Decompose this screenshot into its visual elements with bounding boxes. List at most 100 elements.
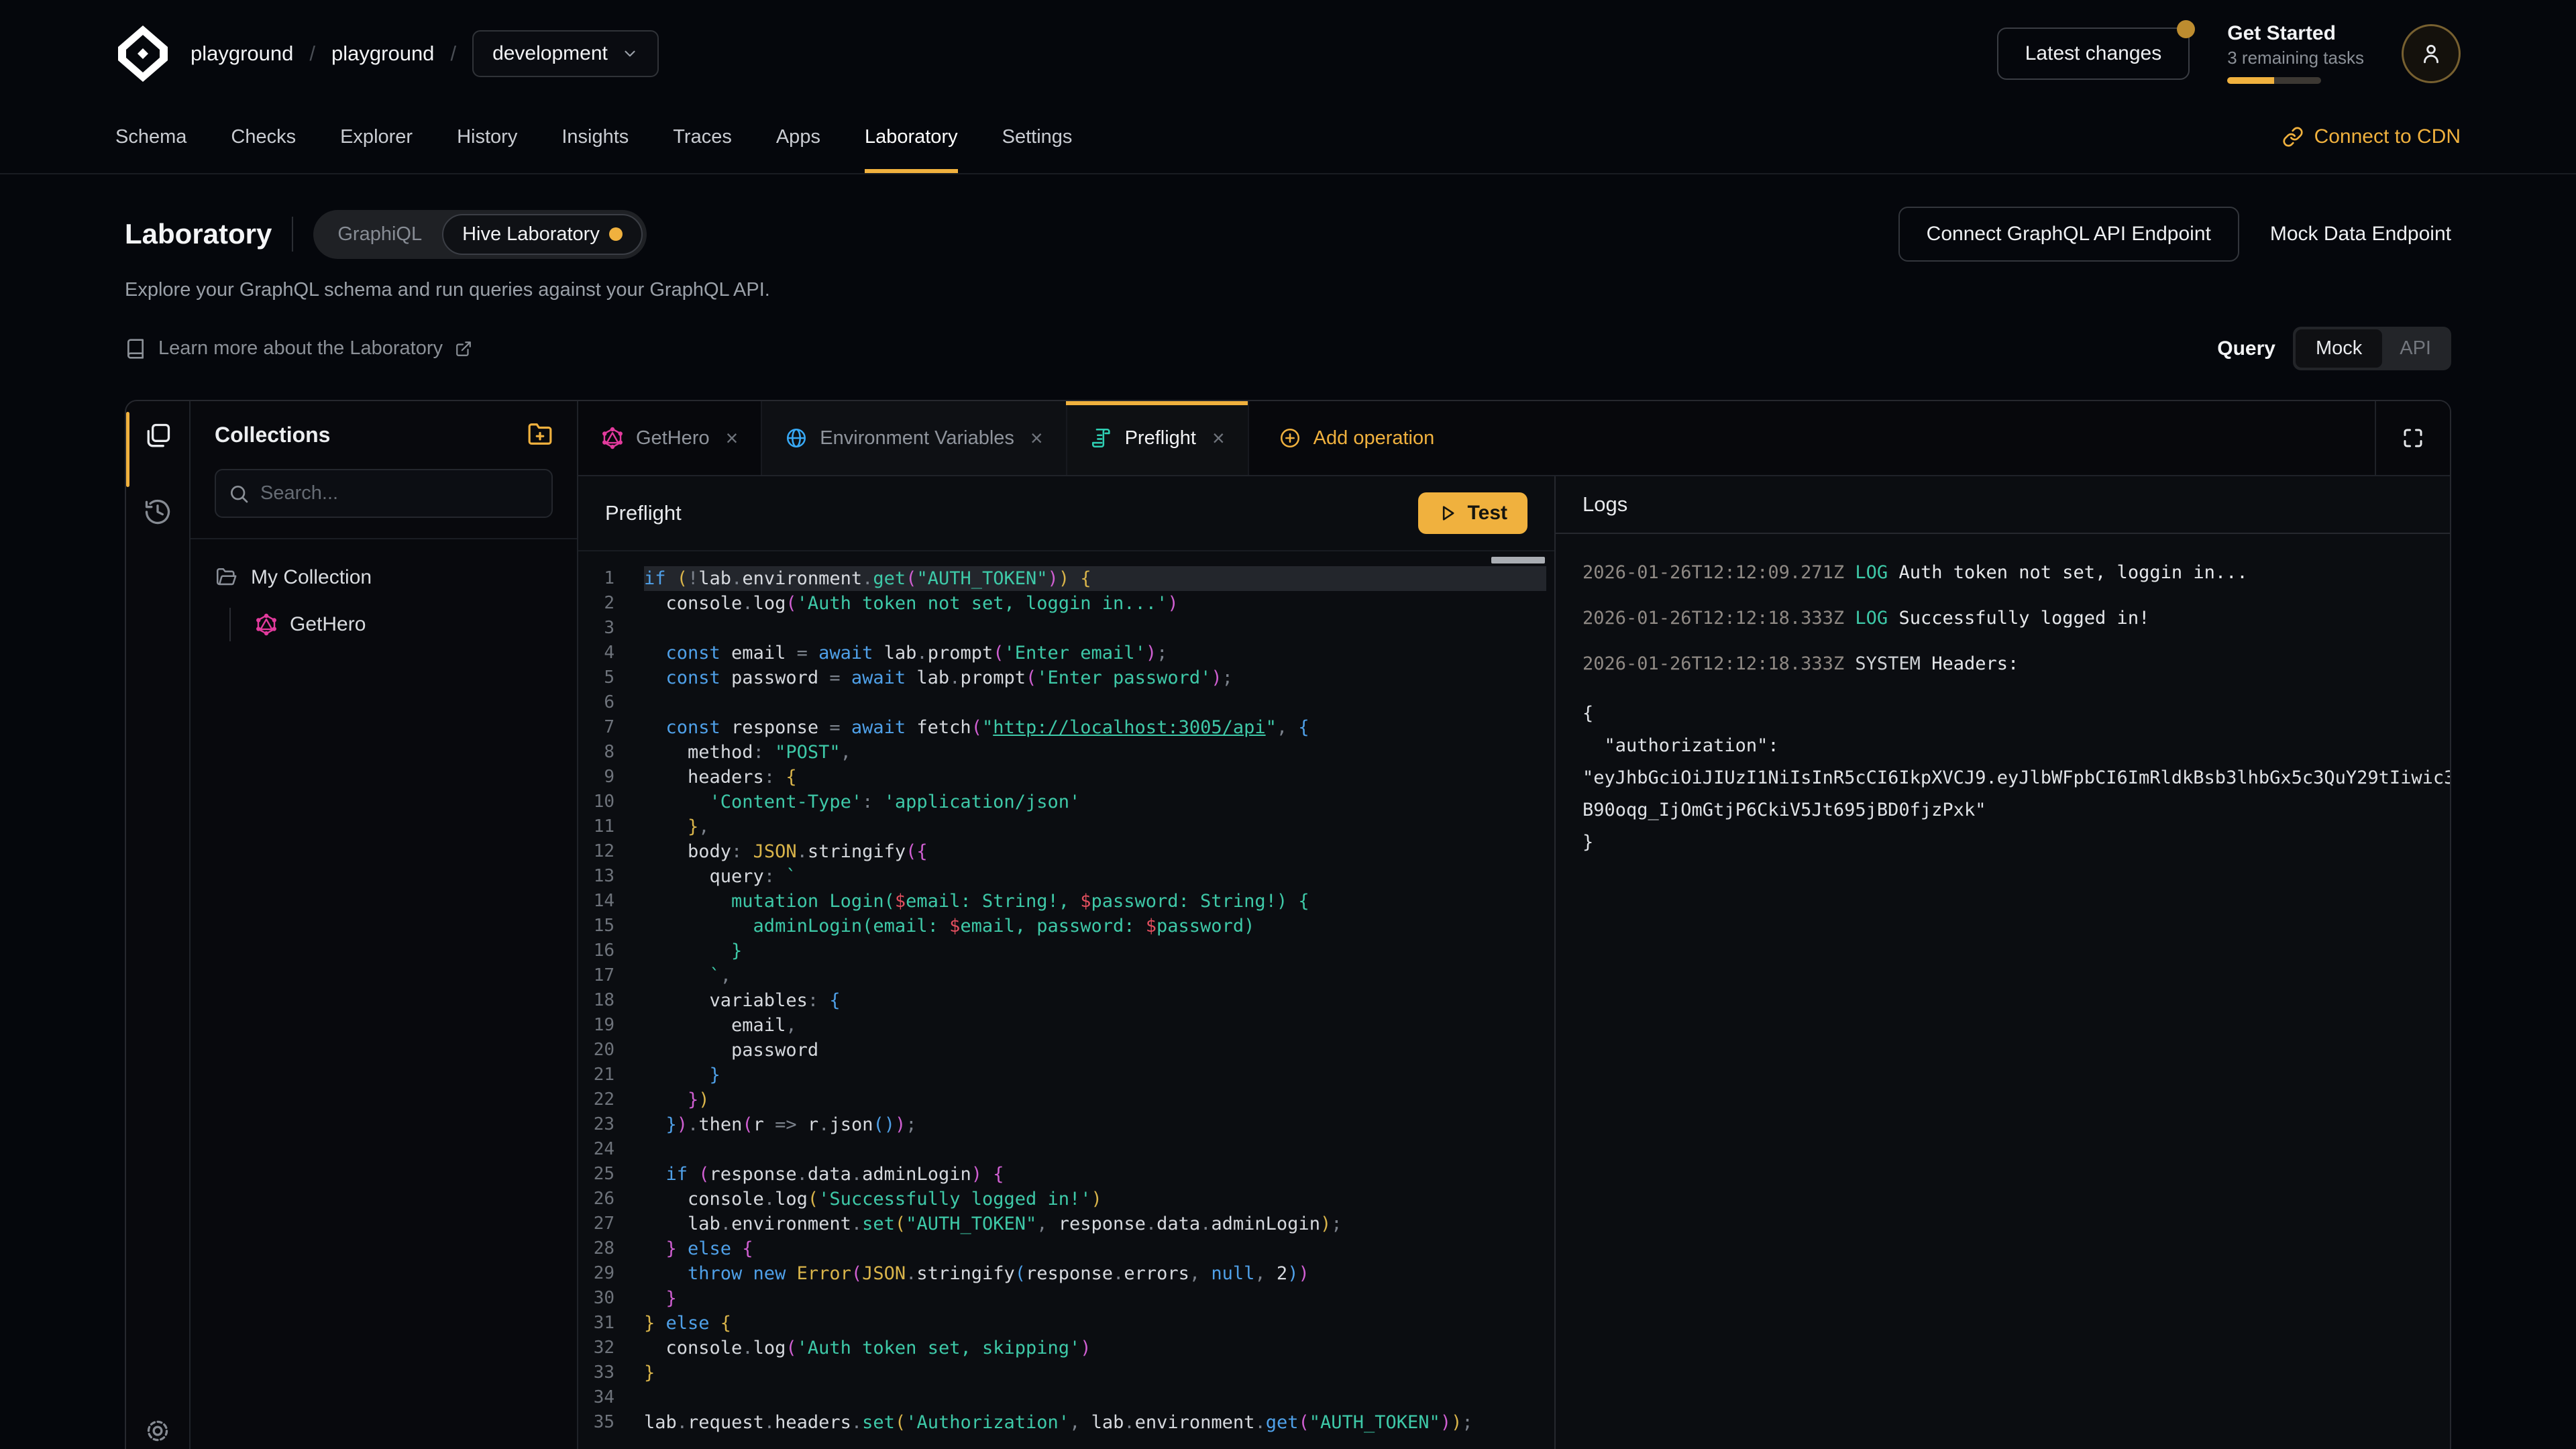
collections-tree: My Collection GetHero — [191, 539, 577, 668]
get-started-subtitle: 3 remaining tasks — [2227, 49, 2364, 66]
breadcrumb-project[interactable]: playground — [331, 42, 434, 66]
code-text: }, — [644, 814, 1546, 839]
top-bar: playground / playground / development La… — [0, 0, 2576, 101]
code-line: 5 const password = await lab.prompt('Ent… — [578, 665, 1554, 690]
toggle-hive-laboratory[interactable]: Hive Laboratory — [442, 214, 643, 255]
code-text: } — [644, 1286, 1546, 1311]
latest-changes-button[interactable]: Latest changes — [1997, 28, 2190, 80]
code-text: const email = await lab.prompt('Enter em… — [644, 641, 1546, 665]
code-line: 32 console.log('Auth token set, skipping… — [578, 1336, 1554, 1360]
user-avatar[interactable] — [2402, 24, 2461, 83]
code-text: 'Content-Type': 'application/json' — [644, 790, 1546, 814]
code-text: } — [644, 1063, 1546, 1087]
tab-gethero[interactable]: GetHero× — [578, 401, 762, 475]
nav-item-checks[interactable]: Checks — [231, 101, 296, 173]
page-title: Laboratory — [125, 218, 272, 250]
code-line: 11 }, — [578, 814, 1554, 839]
scrollbar-thumb[interactable] — [1491, 557, 1545, 564]
code-text: console.log('Auth token set, skipping') — [644, 1336, 1546, 1360]
history-rail-button[interactable] — [143, 497, 172, 529]
add-operation-button[interactable]: Add operation — [1249, 401, 1464, 475]
code-editor[interactable]: 1if (!lab.environment.get("AUTH_TOKEN"))… — [578, 551, 1554, 1449]
code-text: body: JSON.stringify({ — [644, 839, 1546, 864]
collections-rail-button[interactable] — [143, 421, 172, 453]
code-text — [644, 616, 1546, 641]
nav-item-insights[interactable]: Insights — [561, 101, 629, 173]
code-text: lab.request.headers.set('Authorization',… — [644, 1410, 1546, 1435]
code-text: adminLogin(email: $email, password: $pas… — [644, 914, 1546, 938]
line-number: 17 — [578, 963, 644, 988]
test-button[interactable]: Test — [1418, 492, 1527, 534]
code-line: 28 } else { — [578, 1236, 1554, 1261]
laboratory-header: Laboratory GraphiQL Hive Laboratory Conn… — [0, 174, 2576, 370]
nav-item-schema[interactable]: Schema — [115, 101, 186, 173]
line-number: 6 — [578, 690, 644, 715]
code-text: } — [644, 938, 1546, 963]
log-json-line: } — [1582, 826, 2450, 859]
get-started-widget[interactable]: Get Started 3 remaining tasks — [2227, 23, 2364, 84]
toggle-graphiql[interactable]: GraphiQL — [317, 214, 442, 255]
nav-item-history[interactable]: History — [457, 101, 517, 173]
search-icon — [228, 483, 250, 504]
code-line: 12 body: JSON.stringify({ — [578, 839, 1554, 864]
code-text — [644, 690, 1546, 715]
line-number: 5 — [578, 665, 644, 690]
logs-panel: Logs 2026-01-26T12:12:09.271Z LOG Auth t… — [1556, 476, 2450, 1449]
learn-more-link[interactable]: Learn more about the Laboratory — [125, 337, 472, 360]
log-entry: 2026-01-26T12:12:18.333Z SYSTEM Headers: — [1582, 652, 2450, 676]
code-line: 10 'Content-Type': 'application/json' — [578, 790, 1554, 814]
new-collection-button[interactable] — [527, 421, 553, 449]
line-number: 25 — [578, 1162, 644, 1187]
code-text: email, — [644, 1013, 1546, 1038]
search-input[interactable] — [215, 469, 553, 518]
tab-preflight[interactable]: Preflight× — [1067, 401, 1249, 475]
connect-graphql-api-endpoint-button[interactable]: Connect GraphQL API Endpoint — [1898, 207, 2239, 262]
close-icon[interactable]: × — [1030, 427, 1043, 449]
mode-option-mock[interactable]: Mock — [2296, 329, 2382, 368]
tabbar-spacer — [1464, 401, 2375, 475]
tab-environment-variables[interactable]: Environment Variables× — [762, 401, 1067, 475]
mode-label: Query — [2217, 337, 2275, 360]
nav-item-traces[interactable]: Traces — [673, 101, 732, 173]
log-json-line: "eyJhbGciOiJIUzI1NiIsInR5cCI6IkpXVCJ9.ey… — [1582, 762, 2450, 794]
collection-folder[interactable]: My Collection — [215, 566, 553, 589]
divider — [292, 217, 293, 252]
log-json-line: B90oqg_IjOmGtjP6CkiV5Jt695jBD0fjzPxk" — [1582, 794, 2450, 826]
code-text: if (!lab.environment.get("AUTH_TOKEN")) … — [644, 566, 1546, 591]
nav-item-laboratory[interactable]: Laboratory — [865, 101, 958, 173]
close-icon[interactable]: × — [726, 427, 739, 449]
line-number: 24 — [578, 1137, 644, 1162]
code-text: } else { — [644, 1311, 1546, 1336]
settings-rail-button[interactable] — [143, 1416, 172, 1448]
collection-operation-gethero[interactable]: GetHero — [255, 608, 553, 641]
collections-icon — [143, 421, 172, 451]
target-selector[interactable]: development — [472, 30, 659, 77]
line-number: 35 — [578, 1410, 644, 1435]
get-started-progressbar — [2227, 77, 2321, 84]
fullscreen-button[interactable] — [2375, 401, 2450, 475]
breadcrumb-org[interactable]: playground — [191, 42, 293, 66]
nav-item-settings[interactable]: Settings — [1002, 101, 1073, 173]
nav-item-explorer[interactable]: Explorer — [340, 101, 413, 173]
code-line: 14 mutation Login($email: String!, $pass… — [578, 889, 1554, 914]
mode-option-api[interactable]: API — [2382, 329, 2449, 368]
code-line: 6 — [578, 690, 1554, 715]
line-number: 1 — [578, 566, 644, 591]
line-number: 11 — [578, 814, 644, 839]
mock-data-endpoint-button[interactable]: Mock Data Endpoint — [2270, 223, 2451, 246]
connect-to-cdn-link[interactable]: Connect to CDN — [2282, 101, 2461, 173]
code-text: mutation Login($email: String!, $passwor… — [644, 889, 1546, 914]
code-text: } else { — [644, 1236, 1546, 1261]
line-number: 29 — [578, 1261, 644, 1286]
script-icon — [1090, 427, 1113, 449]
graphql-icon — [255, 613, 278, 636]
get-started-title: Get Started — [2227, 23, 2364, 44]
nav-item-apps[interactable]: Apps — [776, 101, 820, 173]
code-line: 27 lab.environment.set("AUTH_TOKEN", res… — [578, 1212, 1554, 1236]
line-number: 32 — [578, 1336, 644, 1360]
code-line: 33} — [578, 1360, 1554, 1385]
code-line: 1if (!lab.environment.get("AUTH_TOKEN"))… — [578, 566, 1554, 591]
history-icon — [143, 497, 172, 527]
close-icon[interactable]: × — [1212, 427, 1225, 449]
editor-panel-title: Preflight — [605, 501, 682, 525]
